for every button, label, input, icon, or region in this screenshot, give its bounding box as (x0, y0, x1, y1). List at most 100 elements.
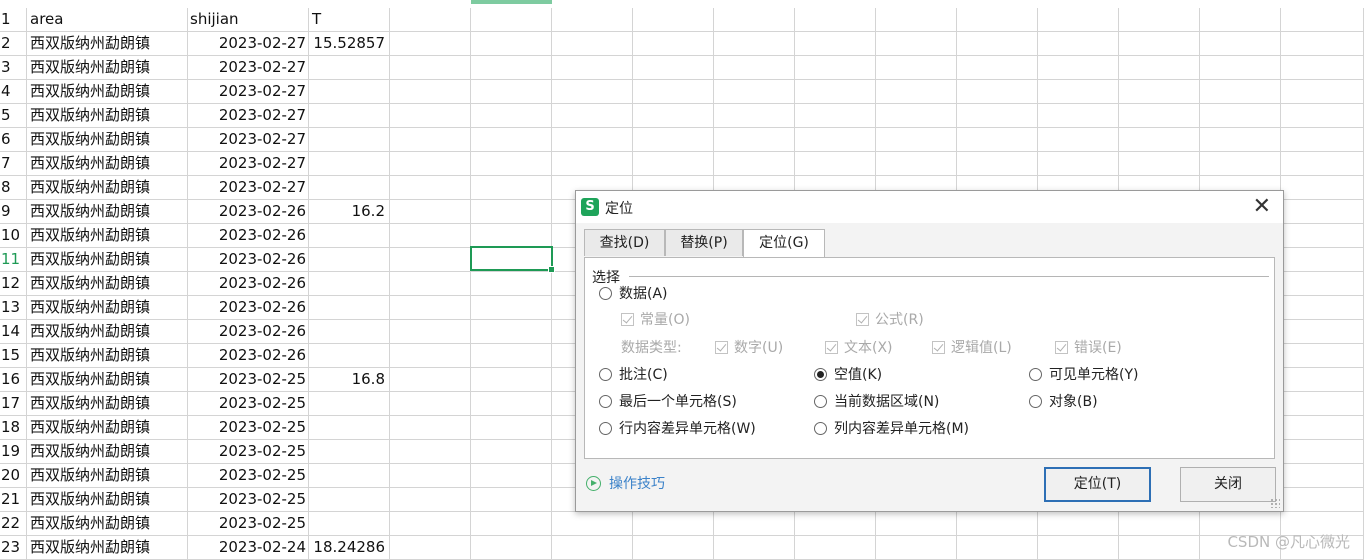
empty-cell[interactable] (471, 488, 552, 512)
row-number[interactable]: 12 (0, 272, 27, 296)
row-number[interactable]: 6 (0, 128, 27, 152)
cell-shijian[interactable]: 2023-02-27 (188, 104, 309, 128)
row-number[interactable]: 5 (0, 104, 27, 128)
empty-cell[interactable] (471, 56, 552, 80)
empty-cell[interactable] (876, 512, 957, 536)
empty-cell[interactable] (1281, 464, 1364, 488)
empty-cell[interactable] (795, 512, 876, 536)
empty-cell[interactable] (552, 104, 633, 128)
row-number[interactable]: 11 (0, 248, 27, 272)
empty-cell[interactable] (1119, 32, 1200, 56)
empty-cell[interactable] (471, 536, 552, 560)
empty-cell[interactable] (1200, 80, 1281, 104)
row-number[interactable]: 20 (0, 464, 27, 488)
empty-cell[interactable] (552, 8, 633, 32)
empty-cell[interactable] (1038, 512, 1119, 536)
empty-cell[interactable] (1200, 32, 1281, 56)
empty-cell[interactable] (471, 8, 552, 32)
cell-t[interactable]: 16.2 (309, 200, 390, 224)
empty-cell[interactable] (1281, 440, 1364, 464)
empty-cell[interactable] (471, 464, 552, 488)
cell-t[interactable] (309, 224, 390, 248)
empty-cell[interactable] (1038, 128, 1119, 152)
empty-cell[interactable] (633, 8, 714, 32)
empty-cell[interactable] (633, 32, 714, 56)
empty-cell[interactable] (1281, 80, 1364, 104)
empty-cell[interactable] (471, 224, 552, 248)
empty-cell[interactable] (471, 440, 552, 464)
empty-cell[interactable] (876, 32, 957, 56)
empty-cell[interactable] (957, 56, 1038, 80)
cell-t[interactable] (309, 56, 390, 80)
cell-shijian[interactable]: 2023-02-27 (188, 128, 309, 152)
cell-t[interactable] (309, 512, 390, 536)
cell-shijian[interactable]: 2023-02-26 (188, 296, 309, 320)
empty-cell[interactable] (552, 152, 633, 176)
empty-cell[interactable] (1038, 104, 1119, 128)
empty-cell[interactable] (471, 80, 552, 104)
empty-cell[interactable] (957, 104, 1038, 128)
row-number[interactable]: 2 (0, 32, 27, 56)
empty-cell[interactable] (390, 272, 471, 296)
cell-area[interactable]: 西双版纳州勐朗镇 (27, 320, 188, 344)
empty-cell[interactable] (1119, 104, 1200, 128)
empty-cell[interactable] (390, 248, 471, 272)
cell-t[interactable] (309, 440, 390, 464)
cell-shijian[interactable]: 2023-02-26 (188, 344, 309, 368)
cell-shijian[interactable]: 2023-02-26 (188, 248, 309, 272)
cell-shijian[interactable]: 2023-02-26 (188, 272, 309, 296)
empty-cell[interactable] (390, 224, 471, 248)
empty-cell[interactable] (390, 392, 471, 416)
empty-cell[interactable] (1281, 32, 1364, 56)
radio-object[interactable]: 对象(B) (1029, 393, 1098, 411)
empty-cell[interactable] (471, 320, 552, 344)
empty-cell[interactable] (795, 8, 876, 32)
empty-cell[interactable] (1200, 152, 1281, 176)
cell-t[interactable] (309, 320, 390, 344)
radio-data[interactable]: 数据(A) (599, 285, 668, 303)
empty-cell[interactable] (1281, 8, 1364, 32)
empty-cell[interactable] (714, 104, 795, 128)
empty-cell[interactable] (876, 56, 957, 80)
empty-cell[interactable] (1200, 128, 1281, 152)
empty-cell[interactable] (1119, 56, 1200, 80)
checkbox-constant[interactable]: 常量(O) (621, 311, 690, 329)
empty-cell[interactable] (390, 8, 471, 32)
cell-area[interactable]: 西双版纳州勐朗镇 (27, 392, 188, 416)
row-number[interactable]: 17 (0, 392, 27, 416)
tips-link[interactable]: 操作技巧 (586, 475, 665, 493)
cell-t[interactable] (309, 248, 390, 272)
empty-cell[interactable] (633, 152, 714, 176)
cell-area[interactable]: 西双版纳州勐朗镇 (27, 224, 188, 248)
empty-cell[interactable] (390, 464, 471, 488)
empty-cell[interactable] (714, 152, 795, 176)
close-icon[interactable]: ✕ (1253, 194, 1271, 220)
empty-cell[interactable] (957, 512, 1038, 536)
empty-cell[interactable] (633, 56, 714, 80)
empty-cell[interactable] (714, 536, 795, 560)
cell-shijian[interactable]: 2023-02-27 (188, 32, 309, 56)
cell-t[interactable] (309, 296, 390, 320)
empty-cell[interactable] (552, 32, 633, 56)
empty-cell[interactable] (390, 200, 471, 224)
empty-cell[interactable] (1119, 8, 1200, 32)
checkbox-text[interactable]: 文本(X) (825, 339, 893, 357)
empty-cell[interactable] (390, 320, 471, 344)
column-header-t[interactable]: T (309, 8, 390, 32)
cell-area[interactable]: 西双版纳州勐朗镇 (27, 248, 188, 272)
radio-current-region[interactable]: 当前数据区域(N) (814, 393, 939, 411)
empty-cell[interactable] (471, 200, 552, 224)
empty-cell[interactable] (1281, 296, 1364, 320)
cell-shijian[interactable]: 2023-02-27 (188, 176, 309, 200)
empty-cell[interactable] (471, 512, 552, 536)
empty-cell[interactable] (1038, 536, 1119, 560)
cell-t[interactable] (309, 344, 390, 368)
dialog-titlebar[interactable]: S 定位 ✕ (576, 191, 1283, 223)
empty-cell[interactable] (1281, 176, 1364, 200)
cell-area[interactable]: 西双版纳州勐朗镇 (27, 80, 188, 104)
column-header-shijian[interactable]: shijian (188, 8, 309, 32)
empty-cell[interactable] (390, 512, 471, 536)
empty-cell[interactable] (957, 32, 1038, 56)
cell-area[interactable]: 西双版纳州勐朗镇 (27, 512, 188, 536)
empty-cell[interactable] (552, 512, 633, 536)
